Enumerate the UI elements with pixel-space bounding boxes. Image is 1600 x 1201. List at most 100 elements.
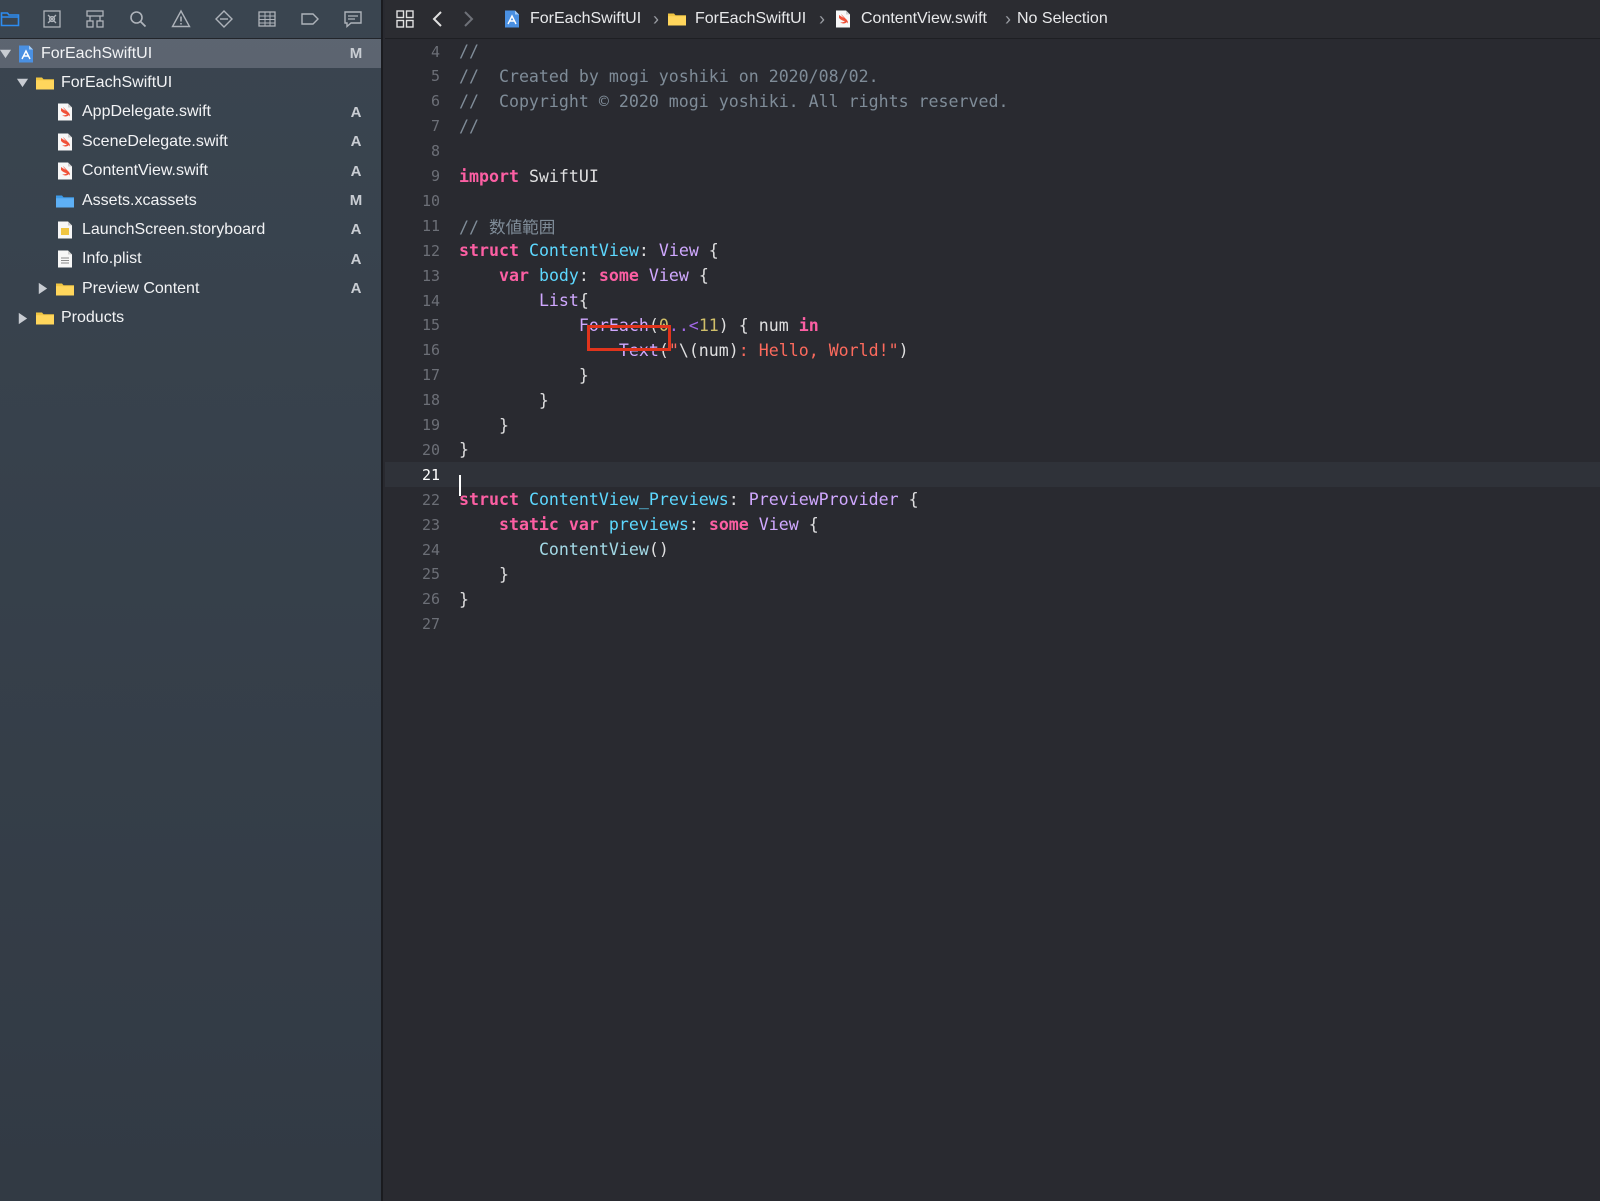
diamond-navigator-button[interactable] [209,4,239,34]
tree-item[interactable]: Products [0,304,381,333]
code-line: 27 [385,612,1600,637]
folder-navigator-button[interactable] [0,4,25,34]
warning-navigator-button[interactable] [166,4,196,34]
tree-item-label: Info.plist [82,250,142,268]
jump-bar: ForEachSwiftUI › ForEachSwiftUI › ContentVie… [385,0,1600,39]
code-token: View [758,515,799,535]
xcode-window: ForEachSwiftUI M ForEachSwiftUI AppDelegate… [0,0,1600,1201]
line-number: 25 [421,565,440,584]
assets-folder-icon [55,191,75,211]
code-line: 14 List{ [385,288,1600,313]
symbol-icon [85,9,105,29]
breadcrumb-label: ContentView.swift [861,10,987,27]
tree-item[interactable]: Info.plist A [0,245,381,274]
code-token: } [459,440,469,460]
search-icon [128,9,148,29]
code-token: : [728,490,749,510]
project-icon [502,0,522,38]
code-token: View [658,241,699,261]
tree-item-label: ContentView.swift [82,162,208,180]
folder-icon [55,279,75,299]
code-token: in [798,315,819,335]
text-cursor [459,475,461,496]
code-text: var body: some View { [459,266,709,285]
diamond-icon [214,9,234,29]
line-number: 7 [430,117,440,136]
line-number: 13 [421,266,440,285]
code-token: ..< [668,315,699,335]
line-number: 9 [430,167,440,185]
disclosure-open-icon[interactable] [15,76,29,90]
related-items-button[interactable] [395,0,415,38]
plist-file-icon [55,249,75,269]
code-token: 11 [698,315,719,335]
line-number: 15 [421,316,440,335]
breadcrumb-label: ForEachSwiftUI [695,10,807,27]
line-number: 8 [430,142,440,161]
code-text: static var previews: some View { [459,515,819,534]
source-control-navigator-button[interactable] [37,4,67,34]
tree-item-label: Preview Content [82,279,200,297]
tree-item[interactable]: AppDelegate.swift A [0,98,381,127]
code-line: 6 // Copyright © 2020 mogi yoshiki. All r… [385,89,1600,114]
project-navigator: ForEachSwiftUI M ForEachSwiftUI AppDelegate… [0,0,383,1201]
swift-file-icon [55,132,75,152]
code-token: SwiftUI [518,166,599,186]
tag-navigator-button[interactable] [295,4,325,34]
tree-item[interactable]: SceneDelegate.swift A [0,127,381,156]
list-navigator-button[interactable] [252,4,282,34]
tree-item-label: LaunchScreen.storyboard [82,220,266,238]
disclosure-open-icon[interactable] [0,47,12,61]
line-number: 18 [421,391,440,410]
code-line: 24 ContentView() [385,537,1600,562]
breadcrumb-label: ForEachSwiftUI [530,10,642,27]
code-token: PreviewProvider [748,490,899,510]
source-control-status: A [350,280,362,298]
code-line: 9 import SwiftUI [385,164,1600,189]
tree-item[interactable]: ContentView.swift A [0,157,381,186]
code-token: \(num) [678,340,739,360]
back-button[interactable] [428,0,448,38]
message-navigator-button[interactable] [338,4,368,34]
forward-button[interactable] [458,0,478,38]
code-text: } [459,416,509,435]
disclosure-closed-icon[interactable] [15,311,29,325]
navigator-toolbar [0,0,381,39]
code-line: 13 var body: some View { [385,263,1600,288]
code-token: : [578,266,599,286]
line-number: 6 [430,92,440,111]
code-token: } [459,365,589,385]
breadcrumb-separator-icon: › [1005,8,1011,29]
tree-item[interactable]: Assets.xcassets M [0,186,381,215]
line-number: 22 [421,490,440,509]
tree-item[interactable]: LaunchScreen.storyboard A [0,215,381,244]
source-control-status: A [350,221,362,239]
code-token: static [498,515,559,535]
folder-icon [0,9,20,29]
code-token: var [498,266,529,286]
code-line: 18 } [385,388,1600,413]
code-token: } [459,589,469,609]
line-number: 21 [421,465,440,484]
code-text: } [459,590,469,609]
disclosure-closed-icon[interactable] [35,282,49,296]
code-token: { [688,266,709,286]
code-token: ) [898,340,909,360]
code-text: ContentView() [459,540,669,559]
source-editor[interactable]: 4 // 5 // Created by mogi yoshiki on 2020/0… [385,39,1600,1201]
code-token: } [459,564,509,584]
source-control-icon [42,9,62,29]
code-token: { [898,490,919,510]
search-navigator-button[interactable] [123,4,153,34]
tree-item[interactable]: ForEachSwiftUI [0,68,381,97]
code-token: : [638,241,659,261]
tree-item[interactable]: Preview Content A [0,274,381,303]
breadcrumb-separator-icon: › [653,8,659,29]
tree-item[interactable]: ForEachSwiftUI M [0,39,381,68]
line-number: 23 [421,515,440,534]
symbol-navigator-button[interactable] [80,4,110,34]
